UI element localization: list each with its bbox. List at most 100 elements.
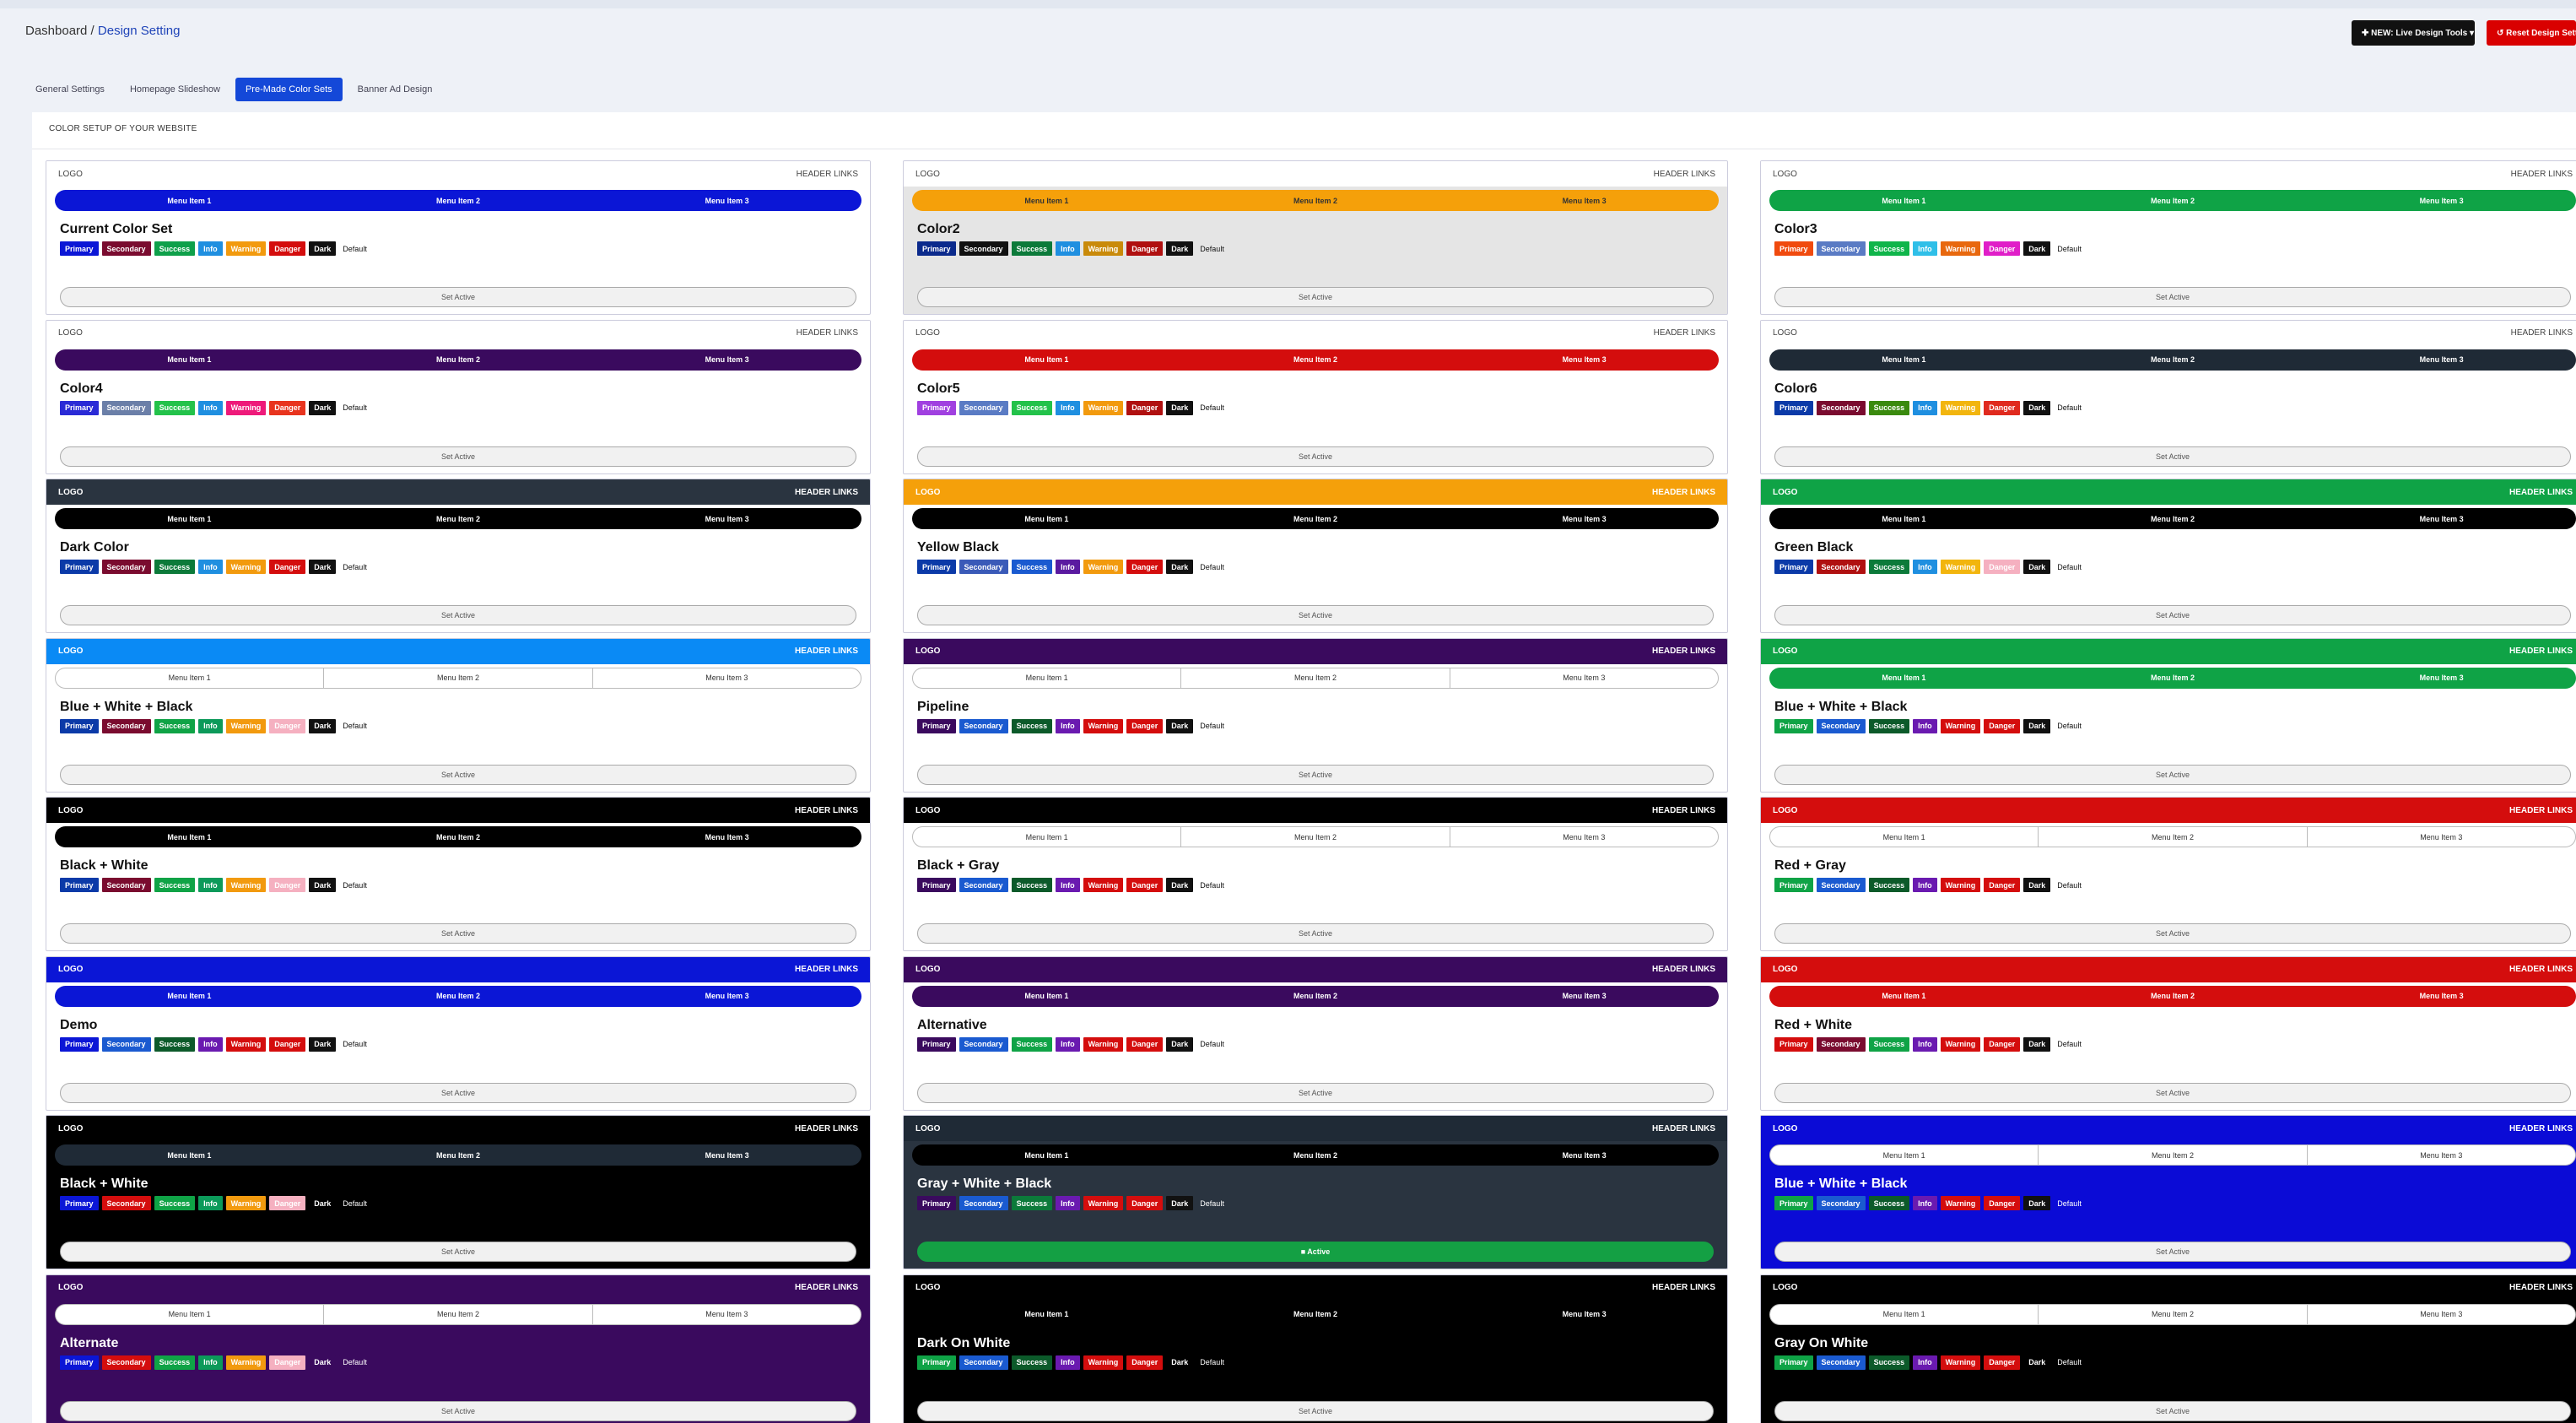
tab-homepage-slideshow[interactable]: Homepage Slideshow bbox=[120, 78, 230, 101]
set-active-button[interactable]: Set Active bbox=[1774, 923, 2571, 944]
preview-menu-item: Menu Item 1 bbox=[167, 992, 212, 1000]
preview-menu-item: Menu Item 1 bbox=[1882, 832, 1925, 841]
color-swatches: Primary Secondary Success Info Warning Danger… bbox=[60, 878, 870, 892]
set-active-button[interactable]: Set Active bbox=[1774, 605, 2571, 625]
swatch-warning: Warning bbox=[225, 560, 267, 574]
swatch-default: Default bbox=[339, 1355, 370, 1370]
swatch-warning: Warning bbox=[225, 1355, 267, 1370]
set-active-button[interactable]: Set Active bbox=[60, 764, 856, 785]
preview-header-links: HEADER LINKS bbox=[2510, 169, 2573, 179]
swatch-secondary: Secondary bbox=[101, 241, 151, 256]
swatch-info: Info bbox=[1056, 560, 1080, 574]
set-active-button[interactable]: Set Active bbox=[1774, 1082, 2571, 1103]
preview-header: LOGO HEADER LINKS bbox=[904, 798, 1727, 823]
tab-banner-ad-design[interactable]: Banner Ad Design bbox=[348, 78, 443, 101]
swatch-info: Info bbox=[198, 718, 223, 733]
swatch-dark: Dark bbox=[309, 400, 337, 415]
set-active-button[interactable]: Set Active bbox=[60, 923, 856, 944]
swatch-info: Info bbox=[1056, 1355, 1080, 1370]
preview-menu-item: Menu Item 3 bbox=[705, 196, 749, 205]
swatch-success: Success bbox=[1011, 1355, 1053, 1370]
preview-menu-bar: Menu Item 1 Menu Item 2 Menu Item 3 bbox=[55, 1144, 861, 1166]
preview-header-links: HEADER LINKS bbox=[794, 965, 858, 974]
color-swatches: Primary Secondary Success Info Warning Danger… bbox=[60, 1355, 870, 1370]
swatch-info: Info bbox=[1056, 878, 1080, 892]
color-set-name: Color2 bbox=[917, 222, 960, 236]
swatch-secondary: Secondary bbox=[101, 1036, 151, 1052]
set-active-button[interactable]: Set Active bbox=[917, 923, 1714, 944]
swatch-success: Success bbox=[154, 1036, 196, 1052]
color-set-card: LOGO HEADER LINKS Menu Item 1 Menu Item 2 Me… bbox=[903, 955, 1728, 1111]
preview-menu-item: Menu Item 2 bbox=[2151, 196, 2195, 205]
preview-menu-bar: Menu Item 1 Menu Item 2 Menu Item 3 bbox=[1769, 667, 2576, 689]
preview-logo: LOGO bbox=[915, 328, 940, 338]
swatch-warning: Warning bbox=[225, 878, 267, 892]
set-active-button[interactable]: Set Active bbox=[1774, 1400, 2571, 1421]
set-active-button[interactable]: Set Active bbox=[60, 446, 856, 467]
swatch-danger: Danger bbox=[269, 241, 306, 256]
set-active-button[interactable]: Set Active bbox=[60, 1400, 856, 1421]
set-active-button[interactable]: Set Active bbox=[917, 446, 1714, 467]
set-active-button[interactable]: Set Active bbox=[60, 1082, 856, 1103]
preview-menu-item: Menu Item 1 bbox=[1025, 674, 1068, 682]
live-design-tools-button[interactable]: ✚ NEW: Live Design Tools ▾ bbox=[2352, 20, 2475, 46]
color-set-card: LOGO HEADER LINKS Menu Item 1 Menu Item 2 Me… bbox=[1760, 1115, 2576, 1269]
preview-menu-item: Menu Item 2 bbox=[436, 514, 481, 523]
color-swatches: Primary Secondary Success Info Warning Danger… bbox=[60, 718, 870, 733]
swatch-dark: Dark bbox=[1166, 718, 1194, 733]
swatch-success: Success bbox=[1011, 400, 1053, 415]
reset-design-settings-button[interactable]: ↺ Reset Design Settings bbox=[2487, 20, 2576, 46]
set-active-button[interactable]: Set Active bbox=[1774, 287, 2571, 307]
color-set-name: Demo bbox=[60, 1017, 98, 1032]
swatch-danger: Danger bbox=[1984, 560, 2021, 574]
preview-menu-item: Menu Item 2 bbox=[1293, 1310, 1338, 1318]
set-active-button[interactable]: Set Active bbox=[917, 1082, 1714, 1103]
set-active-button[interactable]: Set Active bbox=[1774, 764, 2571, 785]
swatch-secondary: Secondary bbox=[101, 400, 151, 415]
swatch-success: Success bbox=[1868, 560, 1910, 574]
swatch-default: Default bbox=[339, 560, 370, 574]
tab-general-settings[interactable]: General Settings bbox=[25, 78, 115, 101]
preview-menu-item: Menu Item 3 bbox=[1562, 992, 1607, 1000]
swatch-primary: Primary bbox=[1774, 718, 1813, 733]
set-active-button[interactable]: Set Active bbox=[60, 287, 856, 307]
preview-menu-bar: Menu Item 1 Menu Item 2 Menu Item 3 bbox=[1769, 985, 2576, 1007]
set-active-button[interactable]: Set Active bbox=[1774, 446, 2571, 467]
swatch-info: Info bbox=[198, 878, 223, 892]
swatch-info: Info bbox=[1913, 241, 1937, 256]
preview-logo: LOGO bbox=[58, 805, 84, 815]
set-active-button[interactable]: Set Active bbox=[917, 287, 1714, 307]
preview-menu-bar: Menu Item 1 Menu Item 2 Menu Item 3 bbox=[55, 667, 861, 689]
color-set-card: LOGO HEADER LINKS Menu Item 1 Menu Item 2 Me… bbox=[46, 637, 871, 793]
color-swatches: Primary Secondary Success Info Warning Danger… bbox=[1774, 241, 2576, 256]
swatch-danger: Danger bbox=[1126, 1355, 1164, 1370]
active-button[interactable]: ■ Active bbox=[917, 1242, 1714, 1262]
set-active-button[interactable]: Set Active bbox=[1774, 1242, 2571, 1262]
preview-header-links: HEADER LINKS bbox=[2508, 1123, 2573, 1134]
swatch-primary: Primary bbox=[917, 1196, 956, 1210]
set-active-button[interactable]: Set Active bbox=[917, 764, 1714, 785]
preview-logo: LOGO bbox=[915, 965, 941, 974]
set-active-button[interactable]: Set Active bbox=[60, 1242, 856, 1262]
preview-header: LOGO HEADER LINKS bbox=[904, 638, 1727, 664]
swatch-danger: Danger bbox=[269, 878, 306, 892]
color-swatches: Primary Secondary Success Info Warning Danger… bbox=[60, 1036, 870, 1052]
swatch-danger: Danger bbox=[1126, 241, 1164, 256]
preview-menu-item: Menu Item 2 bbox=[2151, 355, 2195, 364]
preview-menu-item: Menu Item 1 bbox=[1882, 196, 1926, 205]
swatch-info: Info bbox=[1913, 878, 1937, 892]
preview-menu-bar: Menu Item 1 Menu Item 2 Menu Item 3 bbox=[55, 1303, 861, 1325]
swatch-dark: Dark bbox=[1166, 400, 1194, 415]
set-active-button[interactable]: Set Active bbox=[60, 605, 856, 625]
preview-menu-item: Menu Item 3 bbox=[2306, 1304, 2575, 1324]
set-active-button[interactable]: Set Active bbox=[917, 1400, 1714, 1421]
breadcrumb-home[interactable]: Dashboard bbox=[25, 24, 87, 38]
preview-menu-item: Menu Item 2 bbox=[436, 832, 481, 841]
set-active-button[interactable]: Set Active bbox=[917, 605, 1714, 625]
color-swatches: Primary Secondary Success Info Warning Danger… bbox=[1774, 878, 2576, 892]
preview-menu-bar: Menu Item 1 Menu Item 2 Menu Item 3 bbox=[1769, 349, 2576, 371]
swatch-secondary: Secondary bbox=[1816, 878, 1866, 892]
preview-header-links: HEADER LINKS bbox=[794, 1123, 858, 1134]
tab-pre-made-color-sets[interactable]: Pre-Made Color Sets bbox=[235, 78, 343, 101]
color-set-name: Blue + White + Black bbox=[1774, 1177, 1908, 1191]
